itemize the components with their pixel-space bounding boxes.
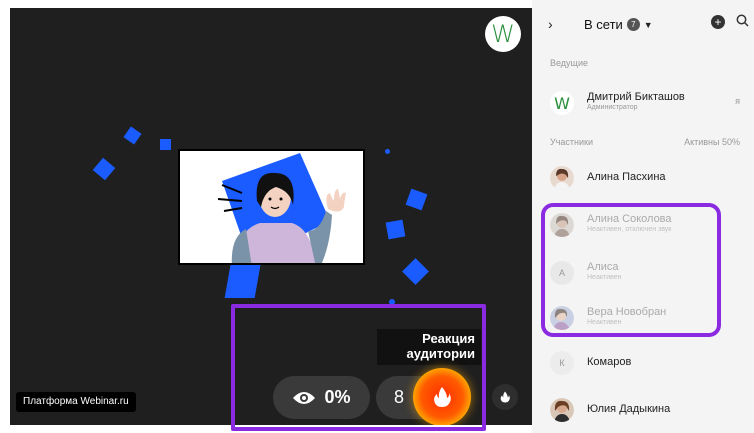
avatar [550,213,574,237]
participants-sidebar: › В сети 7 ▼ + Ведущие W Дмитрий Бикташо… [532,0,754,433]
reaction-label-line1: Реакция [422,331,475,346]
participant-name: Юлия Дадыкина [587,403,671,415]
participant-name: Алиса [587,261,619,273]
host-row[interactable]: W Дмитрий Бикташов Администратор я [532,84,754,124]
participant-row[interactable]: Алина Соколова Неактивен, отключен звук [532,206,754,246]
sidebar-header: › В сети 7 ▼ + [532,14,754,38]
host-avatar-letter: W [554,93,570,113]
reaction-count: 8 [394,387,405,407]
add-icon[interactable]: + [711,15,725,29]
participant-status: Неактивен [587,274,622,281]
woman-waving-illustration [217,153,346,263]
flame-icon [434,387,451,407]
participant-row[interactable]: Юлия Дадыкина [532,391,754,431]
participant-row[interactable]: Алина Пасхина [532,159,754,199]
reaction-label-line2: аудитории [406,346,475,361]
participant-row[interactable]: А Алиса Неактивен [532,254,754,294]
participants-section-label: Участники [550,137,593,147]
platform-badge: Платформа Webinar.ru [16,392,136,412]
caret-down-icon: ▼ [643,19,653,30]
small-fire-button[interactable] [492,384,518,410]
avatar-letter: А [558,268,565,278]
chevron-right-icon[interactable]: › [548,16,553,32]
webinar-stage: W Платформа Webinar.ru Реакция аудитории… [10,8,532,425]
online-title: В сети [584,17,623,32]
decor-square [123,126,142,145]
host-avatar-letter: W [491,20,515,48]
avatar-letter: К [559,358,565,368]
fire-reaction-button[interactable] [413,368,471,425]
decor-square [405,188,428,211]
participant-row[interactable]: Вера Новобран Неактивен [532,299,754,339]
hosts-section-label: Ведущие [550,58,588,68]
avatar [550,306,574,330]
avatar [550,398,574,422]
participant-row[interactable]: К Комаров [532,344,754,384]
decor-square [224,260,262,298]
active-percent-label: Активны 50% [684,137,740,147]
decor-square [160,139,171,150]
host-avatar[interactable]: W [485,16,521,52]
participant-name: Алина Пасхина [587,171,666,183]
avatar [550,166,574,190]
participant-name: Алина Соколова [587,213,672,225]
participant-name: Вера Новобран [587,306,667,318]
decor-dot [385,149,390,154]
participant-status: Неактивен, отключен звук [587,226,672,233]
decor-dot [389,299,395,305]
online-dropdown[interactable]: В сети 7 ▼ [584,17,653,32]
search-icon[interactable] [736,14,749,27]
decor-square [402,258,429,285]
eye-icon [293,391,316,404]
self-mark: я [735,96,740,106]
viewers-percent: 0% [324,387,351,407]
presenter-illustration [178,149,365,265]
decor-square [92,157,116,181]
host-role: Администратор [587,104,638,111]
host-name: Дмитрий Бикташов [587,91,685,103]
viewers-percent-button[interactable]: 0% [273,376,370,419]
participant-name: Комаров [587,356,632,368]
online-count-badge: 7 [626,18,640,31]
participant-status: Неактивен [587,319,622,326]
audience-reaction-label: Реакция аудитории [377,329,481,365]
decor-square [385,219,406,240]
flame-icon [500,391,510,403]
avatar: W [550,91,574,115]
avatar: А [550,261,574,285]
avatar: К [550,351,574,375]
